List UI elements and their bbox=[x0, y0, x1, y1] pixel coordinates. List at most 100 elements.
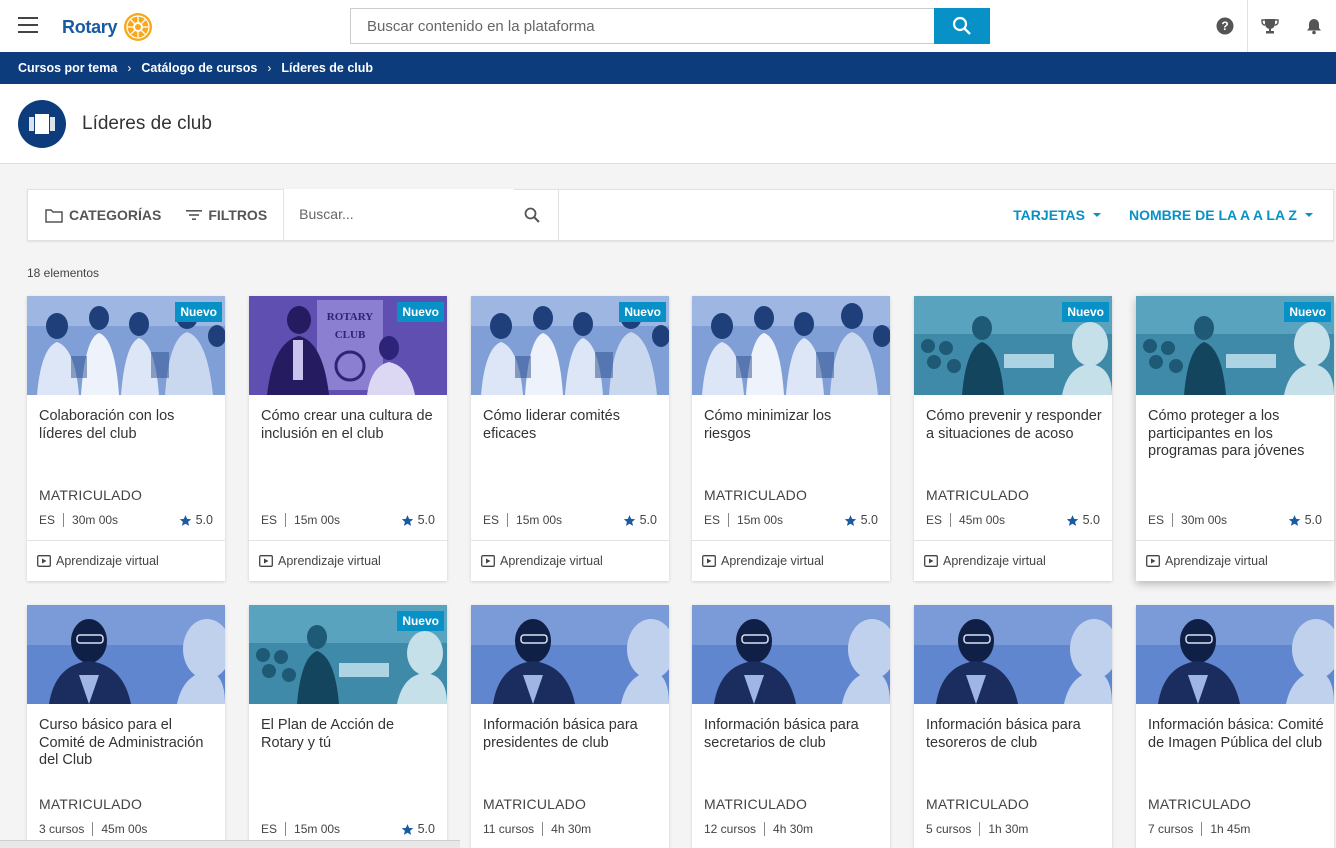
svg-text:CLUB: CLUB bbox=[335, 329, 366, 341]
course-thumbnail bbox=[27, 605, 225, 704]
breadcrumb-item[interactable]: Cursos por tema bbox=[18, 61, 117, 75]
course-rating: 5.0 bbox=[844, 513, 878, 527]
enrollment-status: MATRICULADO bbox=[39, 796, 143, 812]
course-type-label: Aprendizaje virtual bbox=[943, 554, 1046, 568]
course-duration: 1h 30m bbox=[988, 822, 1029, 836]
rating-value: 5.0 bbox=[417, 513, 435, 527]
course-meta: 5 cursos 1h 30m bbox=[926, 822, 1100, 836]
course-card[interactable]: Información básica para secretarios de c… bbox=[692, 605, 890, 848]
notifications-button[interactable] bbox=[1292, 0, 1336, 52]
new-badge: Nuevo bbox=[1062, 302, 1109, 322]
course-title[interactable]: Información básica para tesoreros de clu… bbox=[926, 717, 1102, 752]
course-card[interactable]: Cómo minimizar los riesgos MATRICULADO ES… bbox=[692, 296, 890, 581]
course-rating: 5.0 bbox=[401, 822, 435, 836]
course-language: 7 cursos bbox=[1148, 822, 1203, 836]
trophy-icon bbox=[1261, 19, 1279, 34]
video-icon bbox=[37, 555, 51, 567]
course-type: Aprendizaje virtual bbox=[1136, 540, 1334, 581]
course-thumbnail: Nuevo bbox=[471, 296, 669, 395]
course-language: ES bbox=[1148, 513, 1174, 527]
course-title[interactable]: Colaboración con los líderes del club bbox=[39, 408, 215, 443]
course-card[interactable]: Nuevo Cómo proteger a los participantes e… bbox=[1136, 296, 1334, 581]
filters-button[interactable]: FILTROS bbox=[186, 189, 283, 241]
course-rating: 5.0 bbox=[179, 513, 213, 527]
course-duration: 4h 30m bbox=[551, 822, 592, 836]
top-icons: ? bbox=[1203, 0, 1336, 52]
sort-dropdown[interactable]: NOMBRE DE LA A A LA Z bbox=[1129, 207, 1313, 223]
course-card[interactable]: Nuevo El Plan de Acción de Rotary y tú ES… bbox=[249, 605, 447, 848]
help-button[interactable]: ? bbox=[1203, 0, 1247, 52]
catalog-search-input[interactable] bbox=[284, 189, 515, 239]
course-title[interactable]: Cómo prevenir y responder a situaciones … bbox=[926, 408, 1102, 443]
video-icon bbox=[702, 555, 716, 567]
course-card[interactable]: Nuevo Cómo prevenir y responder a situaci… bbox=[914, 296, 1112, 581]
course-language: ES bbox=[261, 513, 287, 527]
course-thumbnail: Nuevo bbox=[914, 296, 1112, 395]
chevron-right-icon: › bbox=[127, 61, 132, 75]
course-meta: ES 45m 00s 5.0 bbox=[926, 513, 1100, 527]
new-badge: Nuevo bbox=[619, 302, 666, 322]
course-card[interactable]: Nuevo Colaboración con los líderes del cl… bbox=[27, 296, 225, 581]
course-title[interactable]: Cómo minimizar los riesgos bbox=[704, 408, 880, 443]
course-title[interactable]: Información básica para presidentes de c… bbox=[483, 717, 659, 752]
menu-icon[interactable] bbox=[18, 17, 38, 33]
course-duration: 1h 45m bbox=[1210, 822, 1251, 836]
video-icon bbox=[259, 555, 273, 567]
course-type: Aprendizaje virtual bbox=[692, 540, 890, 581]
course-title[interactable]: El Plan de Acción de Rotary y tú bbox=[261, 717, 437, 752]
course-meta: ES 30m 00s 5.0 bbox=[1148, 513, 1322, 527]
course-title[interactable]: Curso básico para el Comité de Administr… bbox=[39, 717, 215, 770]
course-title[interactable]: Cómo proteger a los participantes en los… bbox=[1148, 408, 1324, 461]
enrollment-status: MATRICULADO bbox=[1148, 796, 1252, 812]
catalog-toolbar: CATEGORÍAS FILTROS TARJETAS NOMBRE DE LA… bbox=[27, 189, 1334, 241]
course-card[interactable]: Información básica: Comité de Imagen Púb… bbox=[1136, 605, 1334, 848]
achievements-button[interactable] bbox=[1248, 0, 1292, 52]
course-thumbnail: Nuevo bbox=[249, 605, 447, 704]
course-thumbnail: Nuevo bbox=[1136, 296, 1334, 395]
global-search bbox=[350, 8, 990, 44]
course-language: ES bbox=[704, 513, 730, 527]
collection-icon bbox=[18, 99, 66, 148]
course-duration: 30m 00s bbox=[72, 513, 119, 527]
course-card[interactable]: Información básica para presidentes de c… bbox=[471, 605, 669, 848]
breadcrumb-item[interactable]: Catálogo de cursos bbox=[141, 61, 257, 75]
enrollment-status: MATRICULADO bbox=[704, 796, 808, 812]
course-duration: 4h 30m bbox=[773, 822, 814, 836]
sort-label: NOMBRE DE LA A A LA Z bbox=[1129, 207, 1297, 223]
search-icon bbox=[952, 16, 971, 35]
search-icon[interactable] bbox=[524, 207, 540, 223]
course-duration: 45m 00s bbox=[959, 513, 1006, 527]
course-card[interactable]: ROTARY CLUB Nuevo Cómo crear una cultura … bbox=[249, 296, 447, 581]
course-type-label: Aprendizaje virtual bbox=[56, 554, 159, 568]
course-title[interactable]: Información básica: Comité de Imagen Púb… bbox=[1148, 717, 1324, 752]
view-dropdown[interactable]: TARJETAS bbox=[1013, 207, 1101, 223]
course-card[interactable]: Nuevo Cómo liderar comités eficaces ES 15… bbox=[471, 296, 669, 581]
search-button[interactable] bbox=[934, 8, 990, 44]
new-badge: Nuevo bbox=[175, 302, 222, 322]
course-title[interactable]: Cómo crear una cultura de inclusión en e… bbox=[261, 408, 437, 443]
course-language: ES bbox=[39, 513, 65, 527]
course-card[interactable]: Información básica para tesoreros de clu… bbox=[914, 605, 1112, 848]
course-language: ES bbox=[261, 822, 287, 836]
global-search-input[interactable] bbox=[351, 9, 935, 43]
categories-button[interactable]: CATEGORÍAS bbox=[28, 189, 186, 241]
breadcrumb-item[interactable]: Líderes de club bbox=[281, 61, 373, 75]
course-thumbnail bbox=[692, 296, 890, 395]
course-title[interactable]: Información básica para secretarios de c… bbox=[704, 717, 880, 752]
rating-value: 5.0 bbox=[417, 822, 435, 836]
course-title[interactable]: Cómo liderar comités eficaces bbox=[483, 408, 659, 443]
rotary-logo[interactable]: Rotary bbox=[62, 10, 155, 44]
course-language: 12 cursos bbox=[704, 822, 766, 836]
course-type: Aprendizaje virtual bbox=[914, 540, 1112, 581]
star-icon bbox=[401, 823, 413, 835]
breadcrumb: Cursos por tema › Catálogo de cursos › L… bbox=[0, 52, 1336, 84]
course-thumbnail bbox=[471, 605, 669, 704]
video-icon bbox=[1146, 555, 1160, 567]
course-thumbnail bbox=[692, 605, 890, 704]
enrollment-status: MATRICULADO bbox=[926, 487, 1030, 503]
horizontal-scrollbar[interactable] bbox=[0, 840, 460, 848]
rating-value: 5.0 bbox=[639, 513, 657, 527]
new-badge: Nuevo bbox=[1284, 302, 1331, 322]
course-meta: ES 15m 00s 5.0 bbox=[261, 822, 435, 836]
course-card[interactable]: Curso básico para el Comité de Administr… bbox=[27, 605, 225, 848]
